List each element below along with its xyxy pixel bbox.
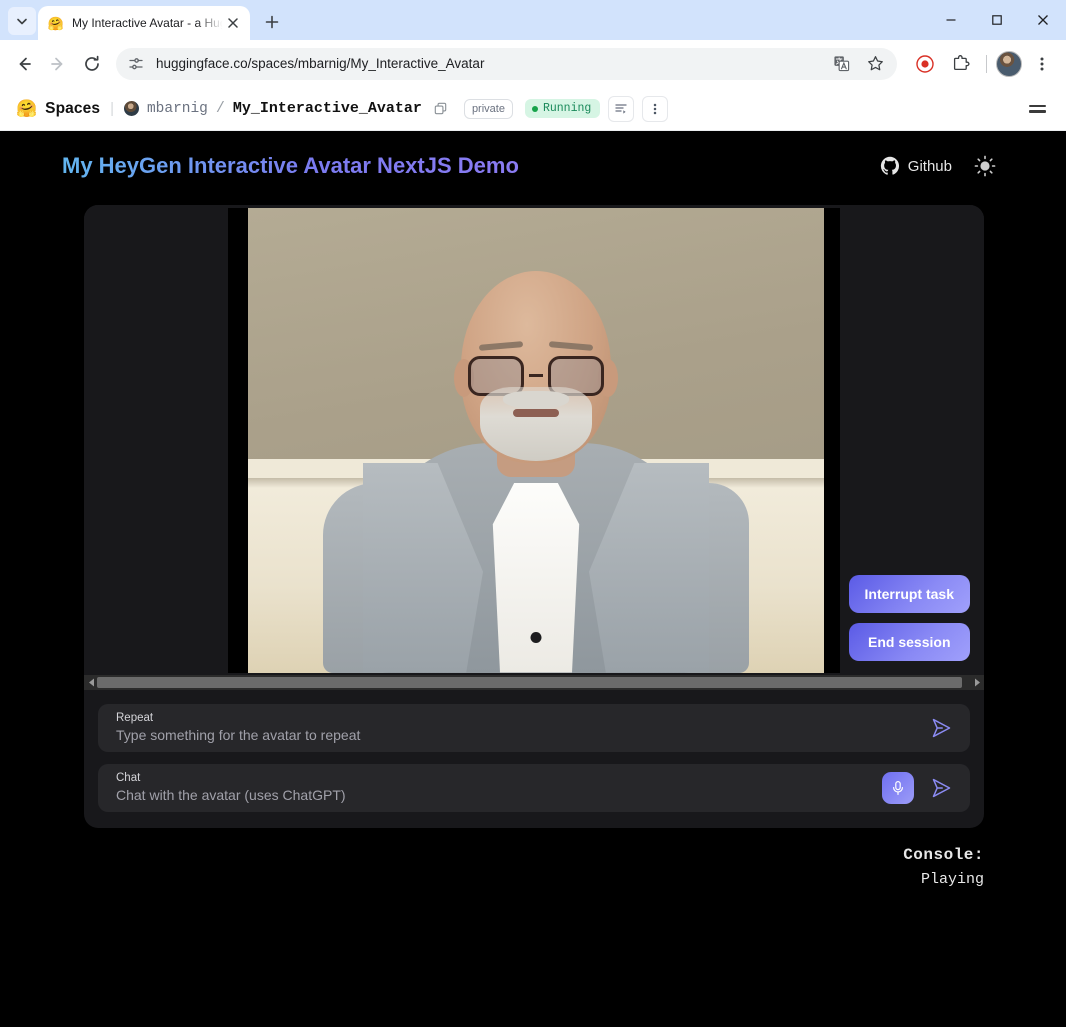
breadcrumb-separator: |	[110, 100, 114, 117]
huggingface-space-header: 🤗 Spaces | mbarnig / My_Interactive_Avat…	[0, 87, 1066, 131]
close-icon[interactable]	[224, 14, 242, 32]
console-status-text: Playing	[920, 871, 984, 888]
translate-icon[interactable]	[825, 48, 857, 80]
microphone-icon	[890, 780, 906, 796]
end-session-button[interactable]: End session	[848, 623, 970, 661]
huggingface-emoji-icon: 🤗	[47, 15, 65, 31]
mustache	[503, 390, 569, 409]
browser-window: 🤗 My Interactive Avatar - a Huggi huggin…	[0, 0, 1066, 1027]
three-dots-vertical-icon[interactable]	[1026, 48, 1058, 80]
status-badge: Running	[524, 99, 601, 118]
input-fields: Repeat Type something for the avatar to …	[84, 690, 984, 828]
maximize-button[interactable]	[974, 0, 1020, 40]
send-paper-plane-icon	[929, 716, 953, 740]
github-link[interactable]: Github	[880, 156, 952, 176]
console-output: Console: Playing	[0, 846, 1066, 888]
video-picture	[248, 207, 824, 673]
repeat-field-label: Repeat	[116, 712, 154, 725]
interrupt-task-button[interactable]: Interrupt task	[848, 575, 970, 613]
repeat-input-texts: Repeat Type something for the avatar to …	[116, 712, 914, 743]
close-window-button[interactable]	[1020, 0, 1066, 40]
address-bar[interactable]: huggingface.co/spaces/mbarnig/My_Interac…	[116, 47, 897, 80]
window-controls	[928, 0, 1066, 40]
repeat-send-button[interactable]	[924, 711, 958, 745]
tab-title: My Interactive Avatar - a Huggi	[72, 16, 224, 30]
copy-icon[interactable]	[432, 100, 450, 118]
repeat-input[interactable]: Type something for the avatar to repeat	[116, 727, 914, 744]
avatar-card: Interrupt task End session Repeat Type s…	[84, 205, 984, 828]
browser-toolbar: huggingface.co/spaces/mbarnig/My_Interac…	[0, 40, 1066, 87]
avatar-video-stream[interactable]	[228, 207, 840, 673]
microphone-button[interactable]	[882, 772, 914, 804]
three-dots-vertical-icon[interactable]	[642, 95, 669, 122]
status-dot-icon	[531, 105, 538, 112]
session-controls: Interrupt task End session	[848, 575, 970, 661]
owner-avatar	[123, 101, 139, 116]
spaces-breadcrumb-section[interactable]: Spaces	[45, 100, 100, 118]
github-icon	[880, 156, 900, 176]
omnibox-actions	[825, 48, 891, 80]
tab-strip: 🤗 My Interactive Avatar - a Huggi	[0, 0, 286, 40]
toolbar-right-actions	[905, 48, 1058, 80]
record-indicator-icon[interactable]	[909, 48, 941, 80]
toolbar-divider	[986, 54, 987, 73]
app-content: My HeyGen Interactive Avatar NextJS Demo…	[0, 131, 1066, 1027]
minimize-button[interactable]	[928, 0, 974, 40]
extensions-puzzle-icon[interactable]	[945, 48, 977, 80]
scrollbar-track[interactable]	[97, 676, 971, 689]
hamburger-menu-icon[interactable]	[1025, 101, 1050, 117]
site-settings-icon[interactable]	[128, 56, 144, 72]
github-link-label: Github	[907, 157, 952, 175]
chat-input-texts: Chat Chat with the avatar (uses ChatGPT)	[116, 772, 872, 803]
avatar-person	[321, 270, 751, 673]
repeat-input-field[interactable]: Repeat Type something for the avatar to …	[98, 704, 970, 752]
space-name[interactable]: My_Interactive_Avatar	[233, 100, 422, 117]
browser-titlebar: 🤗 My Interactive Avatar - a Huggi	[0, 0, 1066, 40]
console-label: Console:	[903, 846, 984, 864]
right-eyebrow	[548, 340, 594, 351]
huggingface-emoji-icon: 🤗	[16, 99, 38, 118]
send-paper-plane-icon	[929, 776, 953, 800]
path-slash: /	[215, 100, 225, 117]
visibility-badge: private	[463, 98, 513, 119]
head	[454, 270, 618, 463]
glasses-bridge	[529, 373, 543, 378]
mouth	[513, 408, 559, 417]
left-eyebrow	[478, 340, 524, 351]
forward-arrow-icon[interactable]	[42, 48, 74, 80]
page-title: My HeyGen Interactive Avatar NextJS Demo	[62, 153, 519, 178]
horizontal-scrollbar[interactable]	[84, 675, 984, 690]
scrollbar-thumb[interactable]	[97, 677, 963, 688]
jacket-button	[530, 631, 542, 643]
reload-icon[interactable]	[76, 48, 108, 80]
video-container: Interrupt task End session	[84, 205, 984, 675]
chat-send-button[interactable]	[924, 771, 958, 805]
app-topbar-actions: Github	[880, 155, 996, 177]
logs-icon[interactable]	[608, 95, 635, 122]
chat-input-field[interactable]: Chat Chat with the avatar (uses ChatGPT)	[98, 764, 970, 812]
back-arrow-icon[interactable]	[8, 48, 40, 80]
app-topbar: My HeyGen Interactive Avatar NextJS Demo…	[0, 131, 1066, 179]
space-owner-link[interactable]: mbarnig	[147, 101, 208, 117]
url-text: huggingface.co/spaces/mbarnig/My_Interac…	[156, 56, 485, 71]
scroll-left-arrow-icon[interactable]	[85, 676, 97, 689]
new-tab-button[interactable]	[258, 8, 286, 36]
profile-avatar-icon[interactable]	[996, 50, 1022, 77]
star-icon[interactable]	[859, 48, 891, 80]
scroll-right-arrow-icon[interactable]	[971, 676, 983, 689]
tab-search-chevron-down-icon[interactable]	[8, 7, 36, 35]
browser-tab[interactable]: 🤗 My Interactive Avatar - a Huggi	[38, 6, 250, 40]
sun-icon[interactable]	[974, 155, 996, 177]
status-badge-label: Running	[542, 102, 592, 115]
chat-input[interactable]: Chat with the avatar (uses ChatGPT)	[116, 787, 872, 804]
chat-field-label: Chat	[116, 772, 141, 785]
